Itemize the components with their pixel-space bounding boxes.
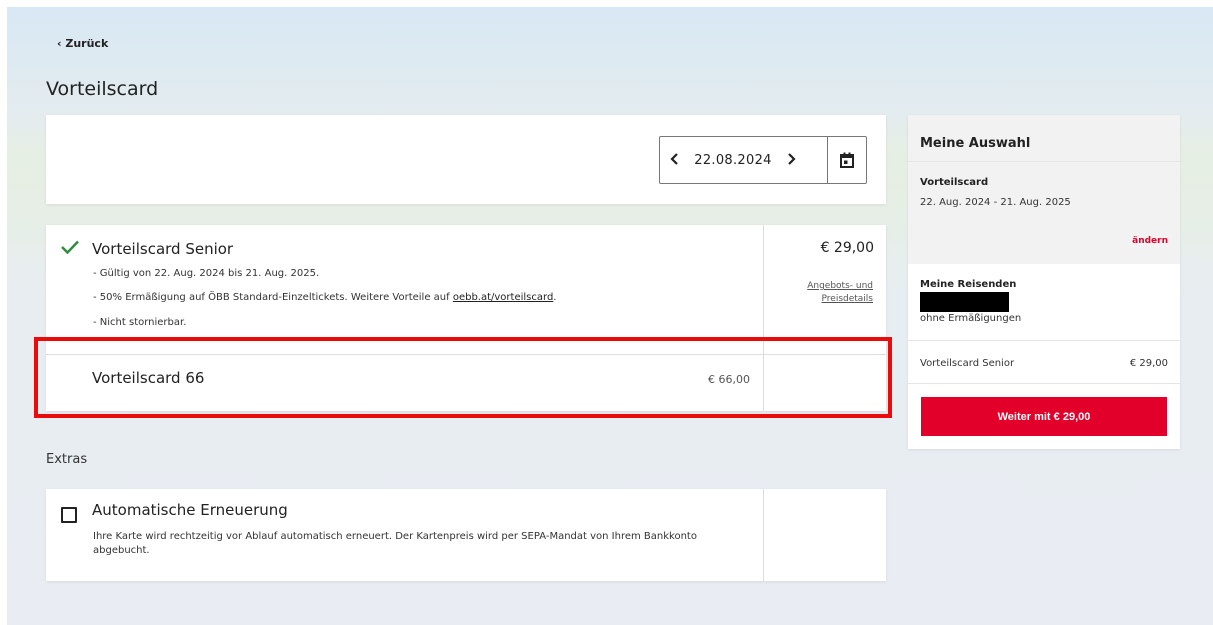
auto-renew-description: Ihre Karte wird rechtzeitig vor Ablauf a… <box>93 531 697 556</box>
continue-button[interactable]: Weiter mit € 29,00 <box>921 397 1167 436</box>
auto-renew-checkbox[interactable] <box>61 507 77 523</box>
redacted-traveler-name <box>920 292 1009 312</box>
selection-label: Vorteilscard <box>920 177 989 188</box>
sidebar-divider <box>908 383 1180 384</box>
chevron-left-icon[interactable] <box>660 151 690 169</box>
travelers-discount: ohne Ermäßigungen <box>920 313 1022 324</box>
date-value[interactable]: 22.08.2024 <box>690 153 776 168</box>
vorteilscard-link[interactable]: oebb.at/vorteilscard <box>453 292 553 303</box>
line-item-price: € 29,00 <box>1129 358 1168 369</box>
back-link[interactable]: ‹ Zurück <box>57 37 108 50</box>
sidebar-selection-section: Vorteilscard 22. Aug. 2024 - 21. Aug. 20… <box>908 161 1180 264</box>
auto-renew-title[interactable]: Automatische Erneuerung <box>92 501 288 519</box>
extras-heading: Extras <box>46 452 88 467</box>
date-picker: 22.08.2024 <box>659 136 867 184</box>
page-title: Vorteilscard <box>46 78 159 100</box>
chevron-right-icon[interactable] <box>776 151 806 169</box>
offer-details-line1: Angebots- und <box>807 281 873 291</box>
sidebar-header: Meine Auswahl <box>908 115 1180 161</box>
offer-details-link[interactable]: Angebots- und Preisdetails <box>770 280 873 306</box>
column-divider <box>763 489 764 581</box>
calendar-icon[interactable] <box>827 137 866 183</box>
product-price-senior: € 29,00 <box>820 240 874 256</box>
product-bullet-validity: - Gültig von 22. Aug. 2024 bis 21. Aug. … <box>93 268 320 279</box>
sidebar-divider <box>908 340 1180 341</box>
product-bullet-cancel: - Nicht stornierbar. <box>93 317 187 328</box>
offer-details-line2: Preisdetails <box>821 294 873 304</box>
line-item-name: Vorteilscard Senior <box>920 358 1015 369</box>
link-suffix: . <box>553 292 557 303</box>
product-bullet-discount-text: - 50% Ermäßigung auf ÖBB Standard-Einzel… <box>93 292 453 303</box>
sidebar-title: Meine Auswahl <box>920 136 1031 151</box>
checkmark-icon <box>61 240 79 255</box>
product-title-senior[interactable]: Vorteilscard Senior <box>92 240 233 258</box>
travelers-label: Meine Reisenden <box>920 279 1017 290</box>
change-link[interactable]: ändern <box>1132 236 1168 246</box>
product-bullet-discount: - 50% Ermäßigung auf ÖBB Standard-Einzel… <box>93 292 556 303</box>
selection-dates: 22. Aug. 2024 - 21. Aug. 2025 <box>920 197 1071 208</box>
highlight-box <box>34 337 892 418</box>
